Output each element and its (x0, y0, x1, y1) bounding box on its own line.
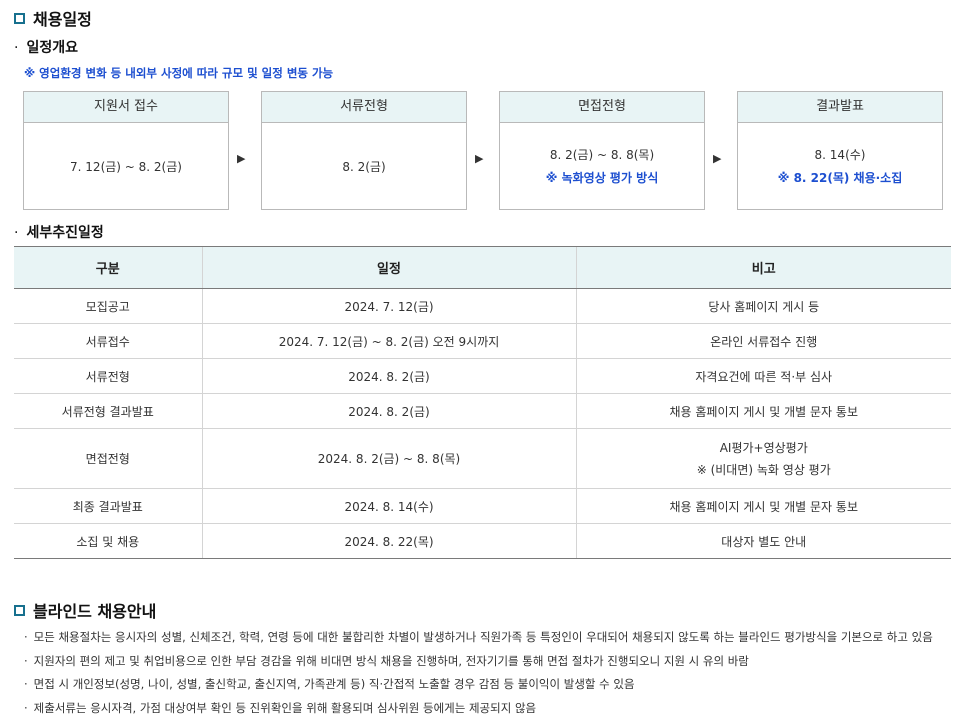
step-result: 결과발표 8. 14(수) ※ 8. 22(목) 채용·소집 (737, 91, 943, 210)
overview-title-text: 일정개요 (26, 40, 78, 56)
cell-category: 모집공고 (14, 288, 202, 324)
list-item-text: 모든 채용절차는 응시자의 성별, 신체조건, 학력, 연령 등에 대한 불합리… (33, 630, 933, 644)
step-note: ※ 8. 22(목) 채용·소집 (777, 171, 903, 185)
table-row: 소집 및 채용 2024. 8. 22(목) 대상자 별도 안내 (14, 523, 951, 559)
step-label: 서류전형 (262, 92, 466, 123)
cell-remarks: AI평가+영상평가 ※ (비대면) 녹화 영상 평가 (575, 428, 951, 489)
cell-schedule: 2024. 7. 12(금) ~ 8. 2(금) 오전 9시까지 (201, 323, 576, 359)
bullet-icon: · (24, 700, 28, 715)
section-title-text: 블라인드 채용안내 (33, 602, 157, 621)
cell-schedule: 2024. 8. 2(금) (201, 358, 576, 394)
arrow-right-icon: ▶ (475, 152, 484, 165)
cell-remarks: 자격요건에 따른 적·부 심사 (575, 358, 951, 394)
arrow-right-icon: ▶ (237, 152, 246, 165)
overview-title: · 일정개요 (14, 37, 78, 57)
table-row: 서류전형 결과발표 2024. 8. 2(금) 채용 홈페이지 게시 및 개별 … (14, 393, 951, 429)
list-item: · 면접 시 개인정보(성명, 나이, 성별, 출신학교, 출신지역, 가족관계 … (24, 676, 933, 700)
cell-category: 면접전형 (14, 428, 202, 489)
list-item-text: 지원자의 편의 제고 및 취업비용으로 인한 부담 경감을 위해 비대면 방식 … (33, 653, 749, 668)
cell-category: 소집 및 채용 (14, 523, 202, 559)
table-header-row: 구분 일정 비고 (14, 246, 951, 289)
cell-schedule: 2024. 8. 2(금) (201, 393, 576, 429)
step-label: 지원서 접수 (24, 92, 228, 123)
cell-schedule: 2024. 8. 22(목) (201, 523, 576, 559)
list-item: · 지원자의 편의 제고 및 취업비용으로 인한 부담 경감을 위해 비대면 방식… (24, 653, 933, 677)
cell-schedule: 2024. 8. 2(금) ~ 8. 8(목) (201, 428, 576, 489)
arrow-right-icon: ▶ (713, 152, 722, 165)
section-title-blind: 블라인드 채용안내 (14, 598, 156, 622)
cell-remarks: 채용 홈페이지 게시 및 개별 문자 통보 (575, 488, 951, 524)
dot-bullet-icon: · (14, 40, 19, 56)
square-bullet-icon (14, 604, 25, 616)
step-interview: 면접전형 8. 2(금) ~ 8. 8(목) ※ 녹화영상 평가 방식 (499, 91, 705, 210)
header-schedule: 일정 (201, 246, 576, 289)
table-row: 모집공고 2024. 7. 12(금) 당사 홈페이지 게시 등 (14, 288, 951, 324)
step-date: 8. 2(금) (342, 159, 386, 174)
bullet-icon: · (24, 630, 28, 644)
cell-remarks-note: ※ (비대면) 녹화 영상 평가 (696, 462, 831, 477)
step-label: 결과발표 (738, 92, 942, 123)
square-bullet-icon (14, 12, 25, 24)
table-row: 서류접수 2024. 7. 12(금) ~ 8. 2(금) 오전 9시까지 온라… (14, 323, 951, 359)
step-date: 7. 12(금) ~ 8. 2(금) (70, 159, 182, 174)
dot-bullet-icon: · (14, 225, 19, 241)
cell-category: 서류전형 결과발표 (14, 393, 202, 429)
list-item: · 모든 채용절차는 응시자의 성별, 신체조건, 학력, 연령 등에 대한 불합… (24, 629, 933, 653)
table-row: 최종 결과발표 2024. 8. 14(수) 채용 홈페이지 게시 및 개별 문… (14, 488, 951, 524)
overview-notice: ※ 영업환경 변화 등 내외부 사정에 따라 규모 및 일정 변동 가능 (24, 66, 334, 80)
cell-remarks: 당사 홈페이지 게시 등 (575, 288, 951, 324)
bullet-icon: · (24, 677, 28, 691)
cell-schedule: 2024. 7. 12(금) (201, 288, 576, 324)
table-row: 서류전형 2024. 8. 2(금) 자격요건에 따른 적·부 심사 (14, 358, 951, 394)
cell-category: 서류전형 (14, 358, 202, 394)
cell-category: 서류접수 (14, 323, 202, 359)
step-document-screening: 서류전형 8. 2(금) (261, 91, 467, 210)
list-item: · 제출서류는 응시자격, 가점 대상여부 확인 등 진위확인을 위해 활용되며 … (24, 700, 933, 723)
header-remarks: 비고 (575, 246, 951, 289)
step-application: 지원서 접수 7. 12(금) ~ 8. 2(금) (23, 91, 229, 210)
list-item-text: 면접 시 개인정보(성명, 나이, 성별, 출신학교, 출신지역, 가족관계 등… (33, 677, 635, 691)
list-item-text: 제출서류는 응시자격, 가점 대상여부 확인 등 진위확인을 위해 활용되며 심… (33, 700, 537, 715)
bullet-icon: · (24, 653, 28, 668)
schedule-table: 구분 일정 비고 모집공고 2024. 7. 12(금) 당사 홈페이지 게시 … (14, 246, 951, 559)
section-title-schedule: 채용일정 (14, 6, 92, 30)
header-category: 구분 (14, 246, 202, 289)
cell-remarks: 대상자 별도 안내 (575, 523, 951, 559)
step-label: 면접전형 (500, 92, 704, 123)
cell-remarks: 채용 홈페이지 게시 및 개별 문자 통보 (575, 393, 951, 429)
step-date: 8. 2(금) ~ 8. 8(목) (549, 148, 655, 162)
detail-title: · 세부추진일정 (14, 222, 104, 242)
cell-remarks: 온라인 서류접수 진행 (575, 323, 951, 359)
step-note: ※ 녹화영상 평가 방식 (545, 171, 659, 185)
step-date: 8. 14(수) (814, 148, 866, 162)
detail-title-text: 세부추진일정 (26, 225, 104, 241)
section-title-text: 채용일정 (33, 10, 92, 29)
cell-category: 최종 결과발표 (14, 488, 202, 524)
cell-schedule: 2024. 8. 14(수) (201, 488, 576, 524)
cell-remarks-line: AI평가+영상평가 (719, 440, 808, 455)
table-row: 면접전형 2024. 8. 2(금) ~ 8. 8(목) AI평가+영상평가 ※… (14, 428, 951, 489)
blind-hiring-list: · 모든 채용절차는 응시자의 성별, 신체조건, 학력, 연령 등에 대한 불합… (24, 629, 933, 723)
